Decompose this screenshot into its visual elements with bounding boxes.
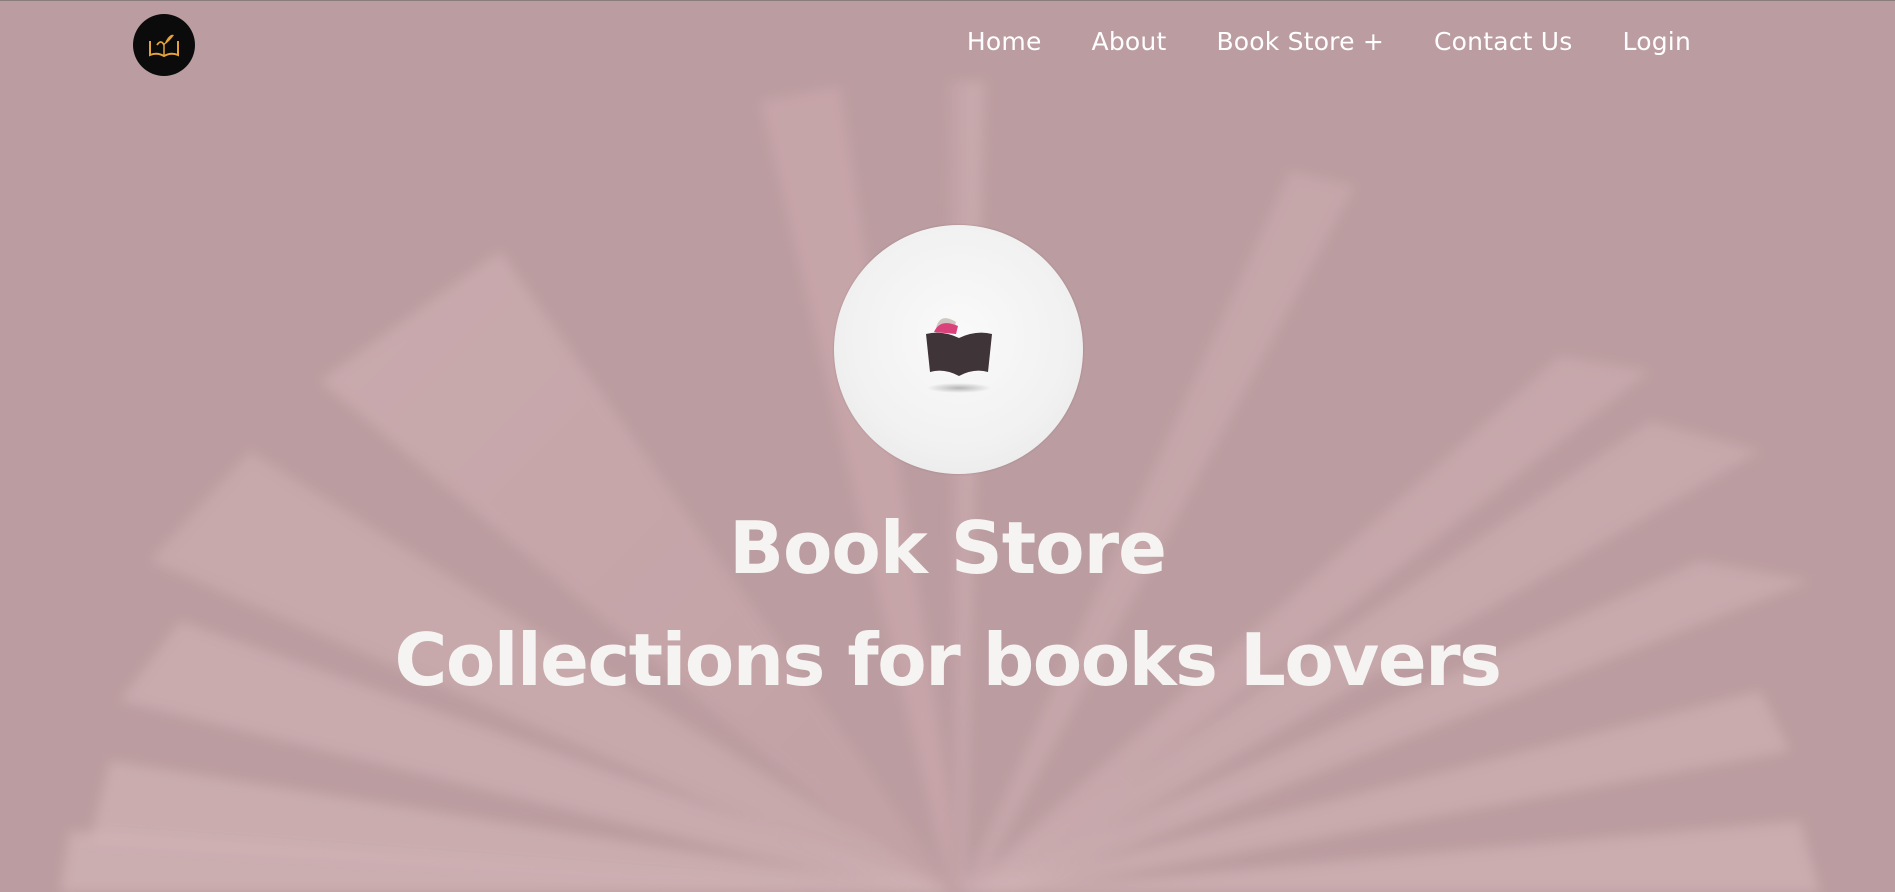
open-book-icon: [925, 317, 992, 393]
page: Home About Book Store + Contact Us Login: [0, 0, 1895, 892]
hero-emblem: [834, 225, 1083, 474]
nav-about-link[interactable]: About: [1092, 27, 1167, 56]
hero-subtitle: Collections for books Lovers: [394, 618, 1502, 702]
navbar: Home About Book Store + Contact Us Login: [0, 1, 1895, 91]
site-logo[interactable]: [133, 14, 195, 76]
book-leaf-logo-icon: [149, 34, 179, 58]
nav-bookstore-dropdown[interactable]: Book Store +: [1216, 27, 1384, 56]
nav-home-link[interactable]: Home: [967, 27, 1042, 56]
nav-login-link[interactable]: Login: [1623, 27, 1691, 56]
hero-title: Book Store: [729, 506, 1167, 590]
nav-contact-link[interactable]: Contact Us: [1434, 27, 1573, 56]
main-nav: Home About Book Store + Contact Us Login: [967, 27, 1691, 56]
